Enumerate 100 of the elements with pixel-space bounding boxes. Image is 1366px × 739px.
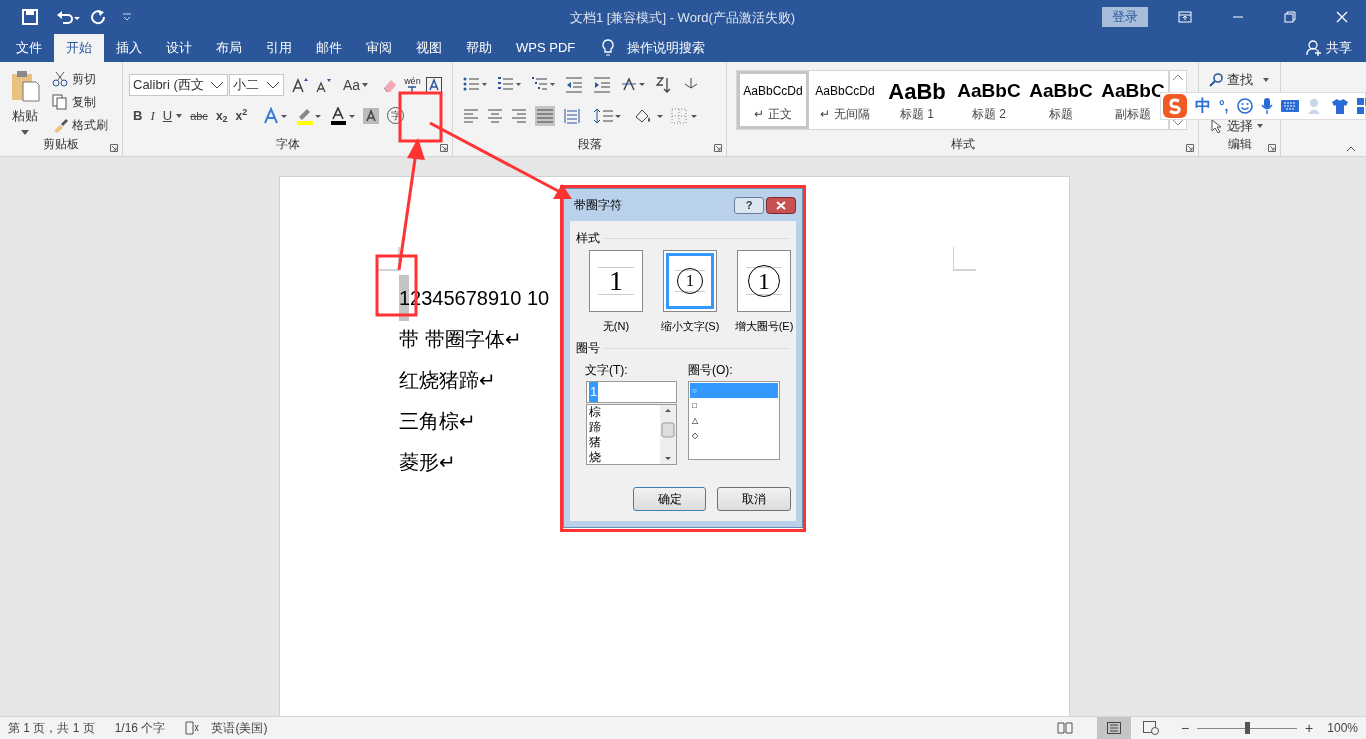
ribbon-tab[interactable]: 设计 — [154, 34, 204, 62]
ribbon-tab[interactable]: 布局 — [204, 34, 254, 62]
format-button[interactable]: B — [133, 106, 143, 126]
web-layout-icon[interactable] — [1142, 721, 1159, 735]
format-button[interactable]: x$_{2}$ — [215, 106, 228, 125]
smiley-icon[interactable] — [1236, 98, 1253, 114]
restore-icon[interactable] — [1284, 11, 1296, 23]
ribbon-display-icon[interactable] — [1178, 11, 1192, 23]
font-name-field[interactable]: Calibri (西文 — [129, 74, 228, 96]
save-icon[interactable] — [22, 9, 38, 25]
ribbon-tab[interactable]: WPS PDF — [504, 34, 588, 62]
format-button[interactable]: I — [150, 106, 155, 126]
list-item[interactable]: □ — [690, 398, 778, 413]
input-mode-toggle[interactable]: 中 — [1195, 94, 1211, 118]
style-item[interactable]: AaBbC 标题 2 — [953, 71, 1025, 129]
option-label: 增大圈号(E) — [734, 319, 794, 334]
text-effects-icon[interactable] — [263, 106, 288, 125]
format-button[interactable]: U — [162, 106, 173, 126]
zoom-slider-thumb[interactable] — [1245, 722, 1251, 734]
ribbon-tab[interactable]: 引用 — [254, 34, 304, 62]
zoom-in-button[interactable]: + — [1305, 717, 1314, 739]
dialog-launcher-icon[interactable] — [110, 144, 118, 152]
shirt-icon[interactable] — [1330, 98, 1349, 114]
shrink-font-icon[interactable] — [314, 76, 332, 94]
ribbon-tab[interactable]: 审阅 — [354, 34, 404, 62]
undo-icon[interactable] — [56, 9, 80, 25]
document-text: 红烧猪蹄↵ — [399, 367, 496, 393]
dialog-launcher-icon[interactable] — [1186, 144, 1194, 152]
select-button[interactable]: 选择 — [1211, 116, 1263, 136]
list-item[interactable]: 棕 — [589, 405, 660, 420]
list-item[interactable]: △ — [690, 413, 778, 428]
ribbon-tab[interactable]: 开始 — [54, 34, 104, 62]
zoom-slider[interactable] — [1197, 721, 1298, 735]
style-option[interactable]: 1 — [663, 250, 717, 312]
style-option[interactable]: 1 — [737, 250, 791, 312]
list-item[interactable]: 烧 — [589, 450, 660, 464]
keyboard-icon[interactable] — [1280, 100, 1299, 112]
highlight-icon[interactable] — [295, 106, 322, 125]
list-item[interactable]: ◇ — [690, 428, 778, 443]
close-icon[interactable] — [766, 196, 796, 214]
ribbon-tab[interactable]: 视图 — [404, 34, 454, 62]
style-option[interactable]: 1 — [589, 250, 643, 312]
list-item[interactable]: 猪 — [589, 435, 660, 450]
punctuation-toggle[interactable]: °, — [1219, 95, 1229, 117]
style-item[interactable]: AaBbCcDd ↵ 无间隔 — [809, 71, 881, 129]
style-item[interactable]: AaBbCcDd ↵ 正文 — [737, 71, 809, 129]
scroll-up-icon[interactable] — [1172, 74, 1184, 81]
customize-icon[interactable] — [122, 13, 132, 21]
zoom-level[interactable]: 100% — [1327, 719, 1358, 737]
clipboard-action[interactable]: 格式刷 — [52, 116, 108, 134]
redo-icon[interactable] — [90, 9, 106, 25]
language-indicator[interactable]: 英语(美国) — [211, 719, 268, 737]
style-item[interactable]: AaBbC 标题 — [1025, 71, 1097, 129]
tell-me-search[interactable]: 操作说明搜索 — [627, 34, 706, 62]
format-button[interactable]: x$^{2}$ — [235, 106, 248, 125]
share-button[interactable]: 共享 — [1326, 38, 1352, 58]
ok-button[interactable]: 确定 — [633, 487, 706, 511]
style-item[interactable]: AaBb 标题 1 — [881, 71, 953, 129]
ribbon-tab[interactable]: 邮件 — [304, 34, 354, 62]
ribbon-tab[interactable]: 帮助 — [454, 34, 504, 62]
font-size-field[interactable]: 小二 — [229, 74, 284, 96]
paste-button[interactable]: 粘贴 — [10, 70, 40, 135]
phonetic-guide-button[interactable]: wén — [404, 76, 421, 94]
microphone-icon[interactable] — [1260, 98, 1273, 114]
sort-icon[interactable] — [655, 76, 671, 94]
read-mode-icon[interactable] — [1056, 721, 1073, 735]
dialog-launcher-icon[interactable] — [1268, 144, 1276, 152]
clipboard-action[interactable]: 复制 — [52, 93, 96, 111]
decrease-indent-icon[interactable] — [565, 76, 583, 94]
dialog-launcher-icon[interactable] — [440, 144, 448, 152]
ribbon-tab[interactable]: 插入 — [104, 34, 154, 62]
cancel-button[interactable]: 取消 — [717, 487, 791, 511]
dropdown-icon — [210, 81, 224, 89]
help-button[interactable]: ? — [734, 196, 764, 214]
line-spacing-icon[interactable] — [593, 107, 621, 125]
find-button[interactable]: 查找 — [1209, 70, 1269, 90]
change-case-button[interactable]: Aa — [343, 74, 369, 96]
character-shading-icon[interactable] — [363, 107, 380, 124]
increase-indent-icon[interactable] — [593, 76, 611, 94]
person-icon — [1306, 40, 1322, 56]
grow-font-icon[interactable] — [291, 76, 309, 94]
word-count[interactable]: 1/16 个字 — [114, 719, 166, 737]
clipboard-action[interactable]: 剪切 — [52, 70, 96, 88]
window-title: 文档1 [兼容模式] - Word(产品激活失败) — [570, 9, 796, 27]
style-item[interactable]: AaBbC 副标题 — [1097, 71, 1168, 129]
ribbon-tab[interactable]: 文件 — [4, 34, 54, 62]
print-layout-button[interactable] — [1096, 716, 1131, 739]
font-color-icon[interactable] — [329, 106, 356, 125]
page-count[interactable]: 第 1 页，共 1 页 — [8, 719, 95, 737]
login-button[interactable]: 登录 — [1102, 7, 1148, 27]
ime-logo-icon[interactable] — [1163, 94, 1187, 118]
list-item[interactable]: 蹄 — [589, 420, 660, 435]
proofing-icon[interactable] — [185, 721, 200, 735]
zoom-out-button[interactable]: − — [1180, 717, 1190, 739]
collapse-ribbon-icon[interactable] — [1346, 146, 1356, 152]
dialog-launcher-icon[interactable] — [714, 144, 722, 152]
scrollbar-drawing[interactable] — [660, 405, 676, 464]
shading-icon[interactable] — [633, 107, 663, 125]
format-button[interactable]: abc — [190, 107, 208, 124]
character-border-icon[interactable] — [425, 77, 442, 93]
